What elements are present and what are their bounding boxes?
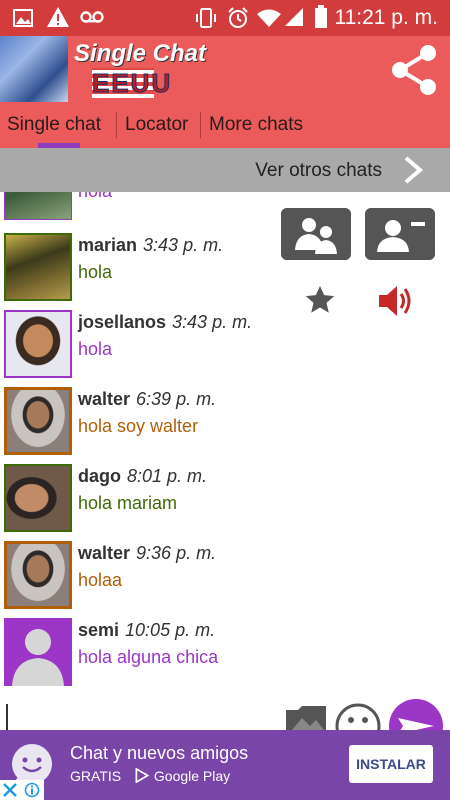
- google-play-badge: Google Play: [134, 767, 231, 784]
- tab-locator[interactable]: Locator: [125, 114, 188, 136]
- avatar[interactable]: [4, 464, 72, 532]
- message-time: 9:36 p. m.: [136, 543, 217, 563]
- avatar[interactable]: [4, 192, 72, 220]
- voicemail-icon: [80, 11, 104, 23]
- message-time: 3:43 p. m.: [143, 235, 224, 255]
- message-time: 6:39 p. m.: [136, 389, 217, 409]
- image-icon: [13, 9, 33, 27]
- message-author: walter 6:39 p. m.: [78, 389, 217, 409]
- default-avatar-icon[interactable]: [4, 618, 72, 686]
- message-author: marian 3:43 p. m.: [78, 235, 224, 255]
- message-author: josellanos 3:43 p. m.: [78, 312, 253, 332]
- play-store-icon: [135, 767, 150, 784]
- message-text: hola: [78, 262, 113, 282]
- tab-more-chats[interactable]: More chats: [209, 114, 303, 136]
- chat-message: josellanos 3:43 p. m. hola: [0, 310, 450, 387]
- adchoices-info-icon[interactable]: [24, 782, 40, 798]
- message-author: semi 10:05 p. m.: [78, 620, 216, 640]
- app-subtitle: EEUU: [92, 68, 173, 99]
- message-time: 8:01 p. m.: [127, 466, 208, 486]
- vibrate-icon: [196, 8, 216, 28]
- message-author: dago 8:01 p. m.: [78, 466, 208, 486]
- signal-icon: [285, 8, 303, 26]
- warning-icon: [47, 7, 69, 27]
- remove-contact-icon[interactable]: [365, 208, 435, 260]
- message-input[interactable]: [10, 700, 280, 730]
- chevron-right-icon: [404, 156, 424, 184]
- ad-subtext: GRATIS: [70, 768, 122, 784]
- other-chats-label: Ver otros chats: [255, 160, 382, 181]
- chat-message: walter 9:36 p. m. holaa: [0, 541, 450, 618]
- gallery-icon[interactable]: [284, 704, 328, 730]
- message-text: hola alguna chica: [78, 647, 219, 667]
- chat-message: semi 10:05 p. m. hola alguna chica: [0, 618, 450, 695]
- message-text: hola mariam: [78, 493, 178, 513]
- message-time: 10:05 p. m.: [125, 620, 216, 640]
- message-text: hola: [78, 339, 113, 359]
- wifi-icon: [257, 9, 281, 27]
- other-chats-banner[interactable]: Ver otros chats: [0, 148, 450, 192]
- message-time: 3:43 p. m.: [172, 312, 253, 332]
- volume-icon[interactable]: [377, 283, 415, 319]
- avatar[interactable]: [4, 541, 72, 609]
- tab-divider: [200, 112, 201, 138]
- message-text: hola soy walter: [78, 416, 199, 436]
- avatar[interactable]: [4, 233, 72, 301]
- logo-image: [0, 36, 68, 102]
- adchoices-badge[interactable]: [0, 780, 44, 800]
- chat-message: walter 6:39 p. m. hola soy walter: [0, 387, 450, 464]
- chat-list[interactable]: hola marian3:43 p. m. hola josellanos3:4…: [0, 192, 450, 700]
- alarm-icon: [228, 7, 248, 28]
- status-bar: 11:21 p. m.: [0, 0, 450, 36]
- emoji-icon[interactable]: [334, 702, 382, 730]
- tab-divider: [116, 112, 117, 138]
- text-cursor: [6, 704, 8, 730]
- app-title: Single Chat: [73, 40, 206, 67]
- message-text: hola: [78, 192, 112, 202]
- message-author: walter 9:36 p. m.: [78, 543, 217, 563]
- share-icon[interactable]: [388, 42, 440, 98]
- chat-message: dago 8:01 p. m. hola mariam: [0, 464, 450, 541]
- adchoices-close-icon[interactable]: [2, 782, 18, 798]
- star-icon[interactable]: [302, 283, 338, 317]
- clock-time: 11:21 p. m.: [334, 6, 438, 29]
- send-icon[interactable]: [388, 696, 444, 730]
- battery-icon: [315, 5, 327, 28]
- store-name: Google Play: [153, 768, 231, 784]
- message-text: holaa: [78, 570, 123, 590]
- composer-bar: [0, 699, 450, 730]
- ad-banner[interactable]: Chat y nuevos amigos GRATIS Google Play …: [0, 730, 450, 800]
- avatar[interactable]: [4, 310, 72, 378]
- tab-single-chat[interactable]: Single chat: [7, 114, 101, 136]
- group-icon[interactable]: [281, 208, 351, 260]
- avatar[interactable]: [4, 387, 72, 455]
- tab-bar: Single chat Locator More chats: [0, 108, 450, 148]
- ad-headline: Chat y nuevos amigos: [70, 743, 249, 763]
- install-button[interactable]: INSTALAR: [349, 745, 433, 783]
